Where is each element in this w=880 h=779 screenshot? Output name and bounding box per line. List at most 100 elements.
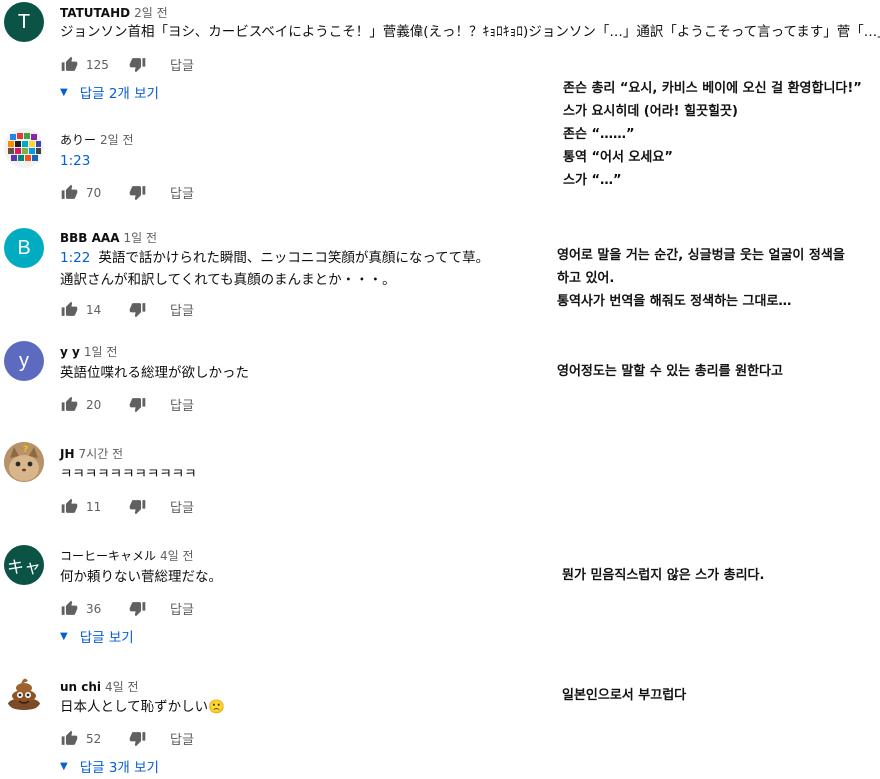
avatar[interactable] bbox=[4, 672, 44, 712]
comment-meta: TATUTAHD 2일 전 bbox=[60, 4, 168, 21]
comment-actions: 70 답글 bbox=[60, 183, 194, 202]
comment-meta: BBB AAA 1일 전 bbox=[60, 229, 157, 246]
avatar[interactable] bbox=[4, 128, 44, 168]
comment-time[interactable]: 4일 전 bbox=[105, 680, 139, 694]
view-replies-button[interactable]: ▼ 답글 보기 bbox=[60, 626, 134, 646]
reply-button[interactable]: 답글 bbox=[170, 729, 194, 748]
view-replies-label: 답글 2개 보기 bbox=[79, 86, 159, 102]
reply-button[interactable]: 답글 bbox=[170, 55, 194, 74]
comment-text: 1:23 bbox=[60, 150, 98, 172]
like-count: 36 bbox=[86, 601, 102, 616]
reply-button[interactable]: 답글 bbox=[170, 183, 194, 202]
comment-actions: 36 답글 bbox=[60, 599, 194, 618]
thumb-up-icon[interactable] bbox=[60, 396, 78, 414]
avatar-letter: B bbox=[17, 236, 31, 259]
view-replies-label: 답글 보기 bbox=[79, 630, 134, 646]
translation-line: 하고 있어. bbox=[557, 271, 615, 286]
comment-meta: JH 7시간 전 bbox=[60, 445, 123, 462]
author-name[interactable]: JH bbox=[60, 447, 75, 461]
slightly-frowning-face-icon: 🙁 bbox=[208, 699, 225, 715]
thumb-up-icon[interactable] bbox=[60, 301, 78, 319]
caret-down-icon: ▼ bbox=[60, 760, 68, 772]
comment-actions: 11 답글 bbox=[60, 497, 194, 516]
author-name[interactable]: TATUTAHD bbox=[60, 6, 130, 20]
comment-actions: 14 답글 bbox=[60, 300, 194, 319]
poop-emoji-avatar bbox=[8, 678, 40, 710]
view-replies-label: 답글 3개 보기 bbox=[79, 760, 159, 776]
thumb-down-icon[interactable] bbox=[128, 184, 146, 202]
comment-text-line: 通訳さんが和訳してくれても真顔のまんまとか・・・。 bbox=[60, 272, 396, 288]
thumb-up-icon[interactable] bbox=[60, 184, 78, 202]
timestamp-link[interactable]: 1:23 bbox=[60, 153, 90, 169]
translation-line: 스가 요시히데 (어라! 힐끗힐끗) bbox=[563, 104, 738, 119]
avatar-letter: T bbox=[17, 10, 31, 33]
comment-time[interactable]: 7시간 전 bbox=[79, 447, 124, 461]
translation-note: 영어로 말을 거는 순간, 싱글벙글 웃는 얼굴이 정색을 하고 있어. 통역사… bbox=[557, 244, 845, 313]
comment-text: 日本人として恥ずかしい🙁 bbox=[60, 696, 225, 718]
thumb-down-icon[interactable] bbox=[128, 730, 146, 748]
like-count: 14 bbox=[86, 302, 102, 317]
comment-meta: ありー 2일 전 bbox=[60, 131, 134, 148]
view-replies-button[interactable]: ▼ 답글 2개 보기 bbox=[60, 82, 159, 102]
like-count: 70 bbox=[86, 185, 102, 200]
like-count: 125 bbox=[86, 57, 109, 72]
timestamp-link[interactable]: 1:22 bbox=[60, 250, 90, 266]
comment-time[interactable]: 2일 전 bbox=[134, 6, 168, 20]
thumb-down-icon[interactable] bbox=[128, 301, 146, 319]
comment-text-line: 日本人として恥ずかしい bbox=[60, 699, 209, 715]
reply-button[interactable]: 답글 bbox=[170, 599, 194, 618]
author-name[interactable]: BBB AAA bbox=[60, 231, 119, 245]
comment-text: ジョンソン首相「ヨシ、カービスベイにようこそ！」菅義偉(えっ！？ｷｮﾛｷｮﾛ)ジ… bbox=[60, 24, 880, 40]
reply-button[interactable]: 답글 bbox=[170, 395, 194, 414]
comment-actions: 20 답글 bbox=[60, 395, 194, 414]
comment-actions: 125 답글 bbox=[60, 55, 194, 74]
comment-time[interactable]: 4일 전 bbox=[160, 549, 194, 563]
thumb-up-icon[interactable] bbox=[60, 730, 78, 748]
comment-actions: 52 답글 bbox=[60, 729, 194, 748]
thumb-up-icon[interactable] bbox=[60, 498, 78, 516]
like-count: 52 bbox=[86, 731, 102, 746]
translation-note: 영어정도는 말할 수 있는 총리를 원한다고 bbox=[557, 360, 783, 383]
caret-down-icon: ▼ bbox=[60, 86, 68, 98]
author-name[interactable]: y y bbox=[60, 345, 80, 359]
translation-line: 통역사가 번역을 해줘도 정색하는 그대로… bbox=[557, 294, 792, 309]
comment-meta: コーヒーキャメル 4일 전 bbox=[60, 547, 194, 564]
author-name[interactable]: コーヒーキャメル bbox=[60, 549, 156, 563]
avatar[interactable]: キャ bbox=[4, 545, 44, 585]
avatar[interactable]: y bbox=[4, 341, 44, 381]
thumb-up-icon[interactable] bbox=[60, 600, 78, 618]
reply-button[interactable]: 답글 bbox=[170, 497, 194, 516]
caret-down-icon: ▼ bbox=[60, 630, 68, 642]
avatar[interactable]: ? bbox=[4, 442, 44, 482]
avatar[interactable]: B bbox=[4, 228, 44, 268]
translation-line: 통역 “어서 오세요” bbox=[563, 150, 673, 165]
translation-note: 뭔가 믿음직스럽지 않은 스가 총리다. bbox=[562, 564, 764, 587]
reply-button[interactable]: 답글 bbox=[170, 300, 194, 319]
like-count: 11 bbox=[86, 499, 102, 514]
translation-line: 스가 “…” bbox=[563, 173, 622, 188]
like-count: 20 bbox=[86, 397, 102, 412]
translation-line: 영어로 말을 거는 순간, 싱글벙글 웃는 얼굴이 정색을 bbox=[557, 248, 845, 263]
translation-note: 일본인으로서 부끄럽다 bbox=[562, 684, 686, 707]
comment-text: 何か頼りない菅総理だな。 bbox=[60, 569, 222, 585]
thumb-down-icon[interactable] bbox=[128, 56, 146, 74]
app-icons-avatar-image bbox=[8, 133, 41, 161]
comment-meta: y y 1일 전 bbox=[60, 343, 117, 360]
avatar[interactable]: T bbox=[4, 2, 44, 42]
avatar-letter: キャ bbox=[7, 557, 41, 577]
comment-time[interactable]: 2일 전 bbox=[100, 133, 134, 147]
author-name[interactable]: ありー bbox=[60, 133, 96, 147]
svg-text:?: ? bbox=[23, 445, 28, 455]
view-replies-button[interactable]: ▼ 답글 3개 보기 bbox=[60, 756, 159, 776]
thumb-down-icon[interactable] bbox=[128, 396, 146, 414]
thumb-down-icon[interactable] bbox=[128, 498, 146, 516]
translation-line: 일본인으로서 부끄럽다 bbox=[562, 688, 687, 703]
comment-text: 1:22 英語で話かけられた瞬間、ニッコニコ笑顔が真顔になってて草。 通訳さんが和… bbox=[60, 247, 489, 291]
thumb-up-icon[interactable] bbox=[60, 56, 78, 74]
author-name[interactable]: un chi bbox=[60, 680, 101, 694]
comment-time[interactable]: 1일 전 bbox=[123, 231, 157, 245]
comment-text-line: 英語で話かけられた瞬間、ニッコニコ笑顔が真顔になってて草。 bbox=[98, 250, 490, 266]
thumb-down-icon[interactable] bbox=[128, 600, 146, 618]
comment-time[interactable]: 1일 전 bbox=[84, 345, 118, 359]
avatar-letter: y bbox=[19, 349, 29, 372]
